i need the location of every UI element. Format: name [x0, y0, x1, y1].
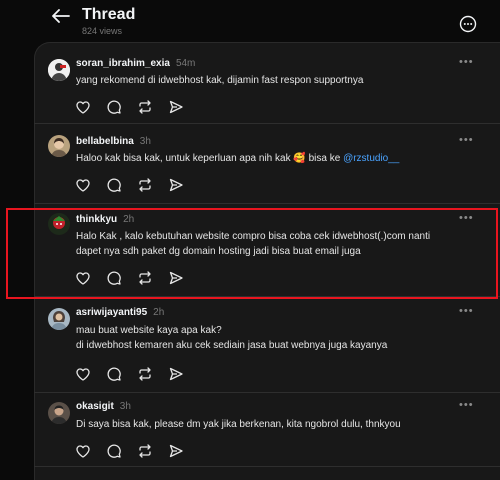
post-line: Di saya bisa kak, please dm yak jika ber… — [76, 419, 401, 430]
post-actions — [74, 98, 194, 116]
like-icon[interactable] — [74, 442, 92, 460]
top-bar: Thread 824 views — [0, 0, 500, 42]
post-more-icon[interactable]: ••• — [459, 305, 474, 317]
post-text: Halo Kak , kalo kebutuhan website compro… — [76, 229, 486, 259]
avatar[interactable] — [48, 308, 70, 330]
share-icon[interactable] — [167, 176, 185, 194]
share-icon[interactable] — [167, 269, 185, 287]
post-actions — [74, 269, 194, 287]
username-text[interactable]: thinkkyu — [76, 214, 117, 225]
post-more-icon[interactable]: ••• — [459, 134, 474, 146]
comment-icon[interactable] — [105, 176, 123, 194]
post-line: Halo Kak , kalo kebutuhan website compro… — [76, 231, 431, 242]
comment-icon[interactable] — [105, 442, 123, 460]
post-more-icon[interactable]: ••• — [459, 399, 474, 411]
post-line: mau buat website kaya apa kak? — [76, 325, 222, 336]
repost-icon[interactable] — [136, 365, 154, 383]
page-title: Thread — [82, 6, 136, 23]
post-text: Haloo kak bisa kak, untuk keperluan apa … — [76, 151, 486, 166]
share-icon[interactable] — [167, 365, 185, 383]
repost-icon[interactable] — [136, 176, 154, 194]
username[interactable]: asriwijayanti95 2h — [76, 307, 164, 318]
repost-icon[interactable] — [136, 269, 154, 287]
repost-icon[interactable] — [136, 98, 154, 116]
username-text[interactable]: okasigit — [76, 401, 114, 412]
post-more-icon[interactable]: ••• — [459, 56, 474, 68]
post-time: 2h — [153, 307, 165, 318]
more-options-icon[interactable] — [458, 14, 478, 34]
post-time: 54m — [175, 58, 196, 69]
post-text: Di saya bisa kak, please dm yak jika ber… — [76, 417, 486, 432]
post-time: 3h — [119, 401, 131, 412]
reply-post: soran_ibrahim_exia 54m ••• yang rekomend … — [34, 50, 500, 124]
comment-icon[interactable] — [105, 98, 123, 116]
comment-icon[interactable] — [105, 269, 123, 287]
post-more-icon[interactable]: ••• — [459, 212, 474, 224]
view-count: 824 views — [82, 26, 123, 36]
like-icon[interactable] — [74, 269, 92, 287]
post-text-part: bisa ke — [305, 153, 344, 164]
comment-icon[interactable] — [105, 365, 123, 383]
smiling-face-hearts-emoji: 🥰 — [293, 153, 306, 164]
avatar[interactable] — [48, 402, 70, 424]
divider — [34, 466, 500, 467]
reply-post: thinkkyu 2h ••• Halo Kak , kalo kebutuhan… — [34, 204, 500, 297]
post-actions — [74, 442, 194, 460]
username[interactable]: okasigit 3h — [76, 401, 131, 412]
post-time: 2h — [123, 214, 135, 225]
mention-link[interactable]: @rzstudio__ — [343, 153, 399, 164]
username[interactable]: thinkkyu 2h — [76, 214, 134, 225]
avatar[interactable] — [48, 135, 70, 157]
reply-post: asriwijayanti95 2h ••• mau buat website k… — [34, 297, 500, 393]
username[interactable]: bellabelbina 3h — [76, 136, 151, 147]
username-text[interactable]: soran_ibrahim_exia — [76, 58, 170, 69]
avatar[interactable] — [48, 59, 70, 81]
username-text[interactable]: asriwijayanti95 — [76, 307, 147, 318]
post-text: mau buat website kaya apa kak? di idwebh… — [76, 323, 486, 353]
like-icon[interactable] — [74, 98, 92, 116]
post-line: di idwebhost kemaren aku cek sediain jas… — [76, 340, 388, 351]
like-icon[interactable] — [74, 365, 92, 383]
post-actions — [74, 176, 194, 194]
reply-post: okasigit 3h ••• Di saya bisa kak, please … — [34, 393, 500, 466]
post-time: 3h — [139, 136, 151, 147]
post-text: yang rekomend di idwebhost kak, dijamin … — [76, 73, 486, 88]
like-icon[interactable] — [74, 176, 92, 194]
post-line: yang rekomend di idwebhost kak, dijamin … — [76, 75, 364, 86]
post-text-part: Haloo kak bisa kak, untuk keperluan apa … — [76, 153, 294, 164]
reply-post: bellabelbina 3h ••• Haloo kak bisa kak, u… — [34, 124, 500, 204]
share-icon[interactable] — [167, 442, 185, 460]
back-arrow-icon[interactable] — [50, 5, 72, 27]
avatar[interactable] — [48, 213, 70, 235]
post-actions — [74, 365, 194, 383]
share-icon[interactable] — [167, 98, 185, 116]
username-text[interactable]: bellabelbina — [76, 136, 134, 147]
username[interactable]: soran_ibrahim_exia 54m — [76, 58, 195, 69]
post-line: dapet nya sdh paket dg domain hosting ja… — [76, 246, 361, 257]
repost-icon[interactable] — [136, 442, 154, 460]
